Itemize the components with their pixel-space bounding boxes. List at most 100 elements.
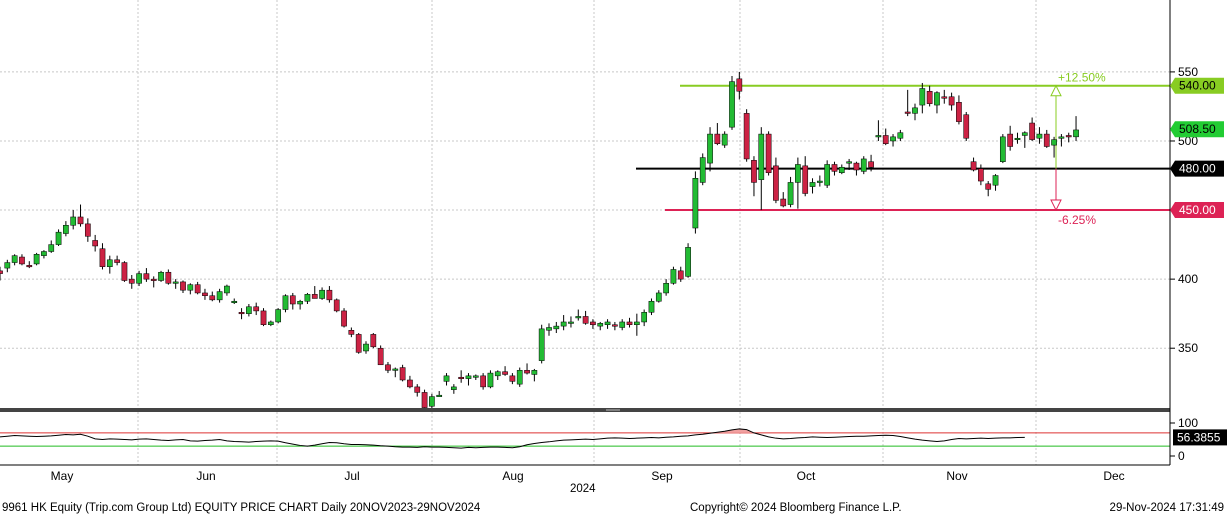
candle-body	[231, 300, 238, 303]
upside-percent-label: +12.50%	[1058, 71, 1106, 85]
candle-body	[1051, 139, 1057, 146]
candle-body	[377, 347, 384, 366]
candle-body	[780, 198, 787, 207]
candle-body	[685, 247, 691, 277]
x-tick-label: Jul	[344, 469, 359, 483]
x-tick-label: Jun	[196, 469, 215, 483]
candle-body	[180, 281, 186, 291]
rsi-panel: 0 10056.3855	[0, 416, 1227, 463]
candle-body	[758, 133, 765, 180]
candle-body	[19, 256, 25, 265]
candle-body	[773, 165, 779, 201]
candle-body	[729, 81, 735, 128]
candle-body	[436, 394, 443, 397]
candle-body	[743, 113, 750, 160]
candle-body	[407, 379, 413, 388]
candle-body	[48, 244, 55, 252]
candle-body	[128, 278, 135, 284]
candle-body	[392, 368, 399, 371]
price-tag-label: 540.00	[1179, 79, 1216, 93]
candle-body	[802, 165, 809, 194]
candle-body	[385, 364, 391, 371]
candle-body	[985, 183, 992, 190]
rsi-y-tick-label: 100	[1178, 416, 1198, 430]
candle-body	[246, 306, 252, 314]
candle-body	[677, 270, 684, 280]
candle-body	[934, 92, 940, 106]
candle-body	[143, 273, 150, 280]
candle-body	[926, 90, 933, 104]
candle-body	[1007, 133, 1014, 147]
candle-body	[84, 223, 91, 237]
candle-body	[326, 289, 333, 301]
candle-body	[919, 88, 926, 106]
candle-body	[399, 367, 406, 381]
candle-body	[1043, 133, 1050, 147]
candle-body	[860, 158, 867, 172]
candle-body	[1029, 122, 1035, 140]
x-tick-label: May	[51, 469, 74, 483]
upside-arrow-head	[1050, 84, 1062, 97]
candle-body	[721, 133, 728, 146]
candle-body	[978, 168, 984, 182]
x-tick-label: Sep	[651, 469, 673, 483]
candle-body	[136, 273, 142, 284]
candle-body	[1014, 137, 1021, 140]
candle-body	[165, 271, 172, 284]
candle-body	[1065, 135, 1072, 138]
price-tag-label: 480.00	[1179, 162, 1216, 176]
candle-body	[363, 343, 369, 352]
x-tick-label: Nov	[946, 469, 967, 483]
candle-body	[304, 294, 311, 302]
candle-body	[809, 182, 816, 187]
candle-body	[33, 254, 40, 265]
candle-body	[619, 321, 626, 328]
candle-body	[714, 133, 721, 144]
candle-body	[736, 78, 743, 92]
candle-body	[765, 133, 772, 174]
candle-body	[275, 309, 282, 323]
candle-body	[311, 294, 318, 299]
candle-body	[560, 321, 567, 327]
price-chart: +12.50% -6.25% 0 10056.3855 May Jun Jul Aug Se…	[0, 0, 1227, 483]
candle-body	[670, 269, 677, 284]
candle-body	[648, 300, 655, 313]
candle-body	[297, 300, 303, 305]
year-label: 2024	[570, 483, 596, 495]
horizontal-level-lines: +12.50% -6.25%	[636, 71, 1170, 227]
candle-body	[831, 164, 838, 172]
candle-body	[970, 161, 977, 171]
candle-body	[502, 371, 508, 375]
candle-body	[202, 292, 208, 296]
rsi-y-tick-label: 0	[1178, 449, 1185, 463]
candle-body	[875, 135, 882, 138]
y-tick-label: 350	[1178, 341, 1198, 355]
candle-body	[1073, 129, 1079, 138]
candle-body	[663, 283, 669, 294]
candle-body	[26, 265, 33, 268]
candle-body	[187, 284, 194, 291]
candle-body	[224, 285, 230, 294]
candle-body	[494, 371, 501, 377]
candle-body	[289, 295, 296, 305]
candle-body	[612, 324, 618, 327]
candle-body	[1058, 136, 1065, 139]
x-tick-label: Dec	[1103, 469, 1124, 483]
candle-body	[882, 135, 889, 144]
candle-body	[319, 289, 325, 299]
candle-body	[450, 386, 457, 390]
candle-body	[282, 295, 289, 310]
candle-body	[480, 375, 486, 388]
candle-body	[114, 259, 120, 263]
candle-body	[41, 251, 47, 256]
candle-body	[55, 231, 62, 245]
candle-body	[216, 291, 223, 301]
y-tick-label: 400	[1178, 272, 1198, 286]
candle-body	[1036, 133, 1043, 139]
candle-body	[853, 162, 860, 171]
candle-body	[787, 182, 794, 205]
candle-body	[707, 133, 713, 164]
candle-body	[341, 310, 347, 327]
price-tag-label: 508.50	[1179, 122, 1216, 136]
candle-body	[487, 372, 494, 388]
